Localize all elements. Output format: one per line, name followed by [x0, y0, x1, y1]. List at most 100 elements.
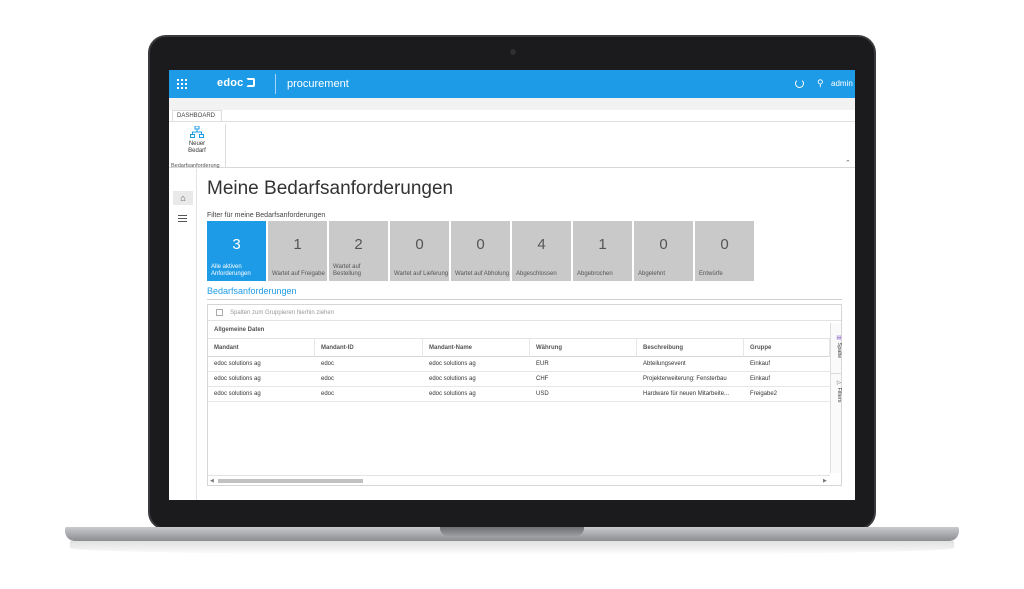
tile-label: Wartet auf Lieferung	[394, 271, 449, 277]
tile-count: 4	[537, 236, 546, 253]
horizontal-scrollbar[interactable]: ◀ ▶	[208, 475, 830, 485]
columns-tab[interactable]: ▤ Spalte	[831, 327, 842, 367]
table-cell: edoc solutions ag	[214, 376, 261, 382]
tile-label: Abgelehnt	[638, 271, 666, 277]
camera	[510, 49, 516, 55]
tile-count: 0	[720, 236, 729, 253]
filter-tiles: 3 Alle aktiven Anforderungen 1 Wartet au…	[207, 221, 754, 281]
section-divider	[207, 299, 842, 300]
column-band: Allgemeine Daten	[208, 321, 830, 339]
tile-label: Wartet auf Freigabe	[272, 271, 325, 277]
group-icon	[216, 309, 223, 316]
table-cell: CHF	[536, 376, 549, 382]
ribbon-body: Neuer Bedarf Bedarfsanforderung ⌃	[169, 121, 855, 169]
filter-icon: ▷	[836, 380, 842, 387]
laptop-notch	[440, 527, 584, 536]
table-cell: edoc	[321, 391, 335, 397]
scroll-left-icon[interactable]: ◀	[210, 478, 214, 484]
tile-awaiting-delivery[interactable]: 0 Wartet auf Lieferung	[390, 221, 449, 281]
tile-count: 0	[415, 236, 424, 253]
scrollbar-thumb[interactable]	[218, 479, 363, 483]
columns-icon: ▤	[836, 335, 842, 342]
tile-awaiting-approval[interactable]: 1 Wartet auf Freigabe	[268, 221, 327, 281]
table-cell: Abteilungsevent	[643, 361, 686, 367]
table-cell: edoc	[321, 376, 335, 382]
table-cell: edoc solutions ag	[429, 361, 476, 367]
column-header-mandant-id[interactable]: Mandant-ID	[315, 339, 423, 357]
table-row[interactable]: edoc solutions ag edoc edoc solutions ag…	[208, 372, 830, 387]
screen: edoc procurement ⚲ admin DASHBOARD Neuer…	[169, 70, 855, 500]
tile-label: Entwürfe	[699, 271, 723, 277]
table-body: edoc solutions ag edoc edoc solutions ag…	[208, 357, 830, 402]
table-row[interactable]: edoc solutions ag edoc edoc solutions ag…	[208, 357, 830, 372]
group-panel[interactable]: Spalten zum Gruppieren hierhin ziehen	[208, 305, 841, 321]
tile-count: 1	[293, 236, 302, 253]
column-header-currency[interactable]: Währung	[530, 339, 637, 357]
brand-logo[interactable]: edoc	[217, 77, 256, 89]
table-cell: edoc	[321, 361, 335, 367]
table-cell: edoc solutions ag	[214, 391, 261, 397]
tile-drafts[interactable]: 0 Entwürfe	[695, 221, 754, 281]
filter-label: Filter für meine Bedarfsanforderungen	[207, 212, 326, 219]
home-icon[interactable]: ⌂	[173, 191, 193, 205]
tile-count: 0	[476, 236, 485, 253]
laptop-shadow	[70, 541, 954, 555]
group-hint: Spalten zum Gruppieren hierhin ziehen	[230, 310, 335, 316]
new-request-label-1: Neuer	[188, 141, 206, 147]
tile-count: 1	[598, 236, 607, 253]
top-bar: edoc procurement ⚲ admin	[169, 70, 855, 98]
user-name[interactable]: admin	[831, 79, 853, 88]
tile-rejected[interactable]: 0 Abgelehnt	[634, 221, 693, 281]
tile-awaiting-pickup[interactable]: 0 Wartet auf Abholung	[451, 221, 510, 281]
tile-count: 2	[354, 236, 363, 253]
side-tool-panel: ▤ Spalte ▷ Filters	[830, 323, 842, 473]
filters-tab[interactable]: ▷ Filters	[831, 373, 842, 409]
tile-label: Wartet auf Abholung	[455, 271, 510, 277]
tile-active-requests[interactable]: 3 Alle aktiven Anforderungen	[207, 221, 266, 281]
ribbon-separator	[225, 124, 226, 168]
filters-tab-label: Filters	[836, 387, 842, 403]
table-cell: edoc solutions ag	[214, 361, 261, 367]
tile-label: Alle aktiven Anforderungen	[211, 264, 251, 277]
tile-label: Abgeschlossen	[516, 271, 557, 277]
refresh-icon[interactable]	[795, 79, 804, 88]
table-cell: EUR	[536, 361, 549, 367]
column-header-mandant[interactable]: Mandant	[208, 339, 315, 357]
column-header-group[interactable]: Gruppe	[744, 339, 830, 357]
page-title: Meine Bedarfsanforderungen	[207, 178, 454, 199]
side-nav: ⌂	[169, 169, 197, 500]
brand-mark-icon	[246, 78, 256, 87]
requests-grid: Spalten zum Gruppieren hierhin ziehen Al…	[207, 304, 842, 486]
column-header-description[interactable]: Beschreibung	[637, 339, 744, 357]
section-title: Bedarfsanforderungen	[207, 286, 297, 296]
scroll-right-icon[interactable]: ▶	[823, 478, 827, 484]
table-cell: Freigabe2	[750, 391, 778, 397]
tile-cancelled[interactable]: 1 Abgebrochen	[573, 221, 632, 281]
new-request-button[interactable]: Neuer Bedarf	[179, 126, 215, 162]
ribbon-strip	[169, 98, 855, 110]
table-cell: edoc solutions ag	[429, 391, 476, 397]
chevron-up-icon[interactable]: ⌃	[845, 159, 851, 167]
table-cell: USD	[536, 391, 549, 397]
tile-completed[interactable]: 4 Abgeschlossen	[512, 221, 571, 281]
new-request-label-2: Bedarf	[188, 148, 206, 154]
table-header: Mandant Mandant-ID Mandant-Name Währung …	[208, 339, 830, 357]
user-icon[interactable]: ⚲	[817, 78, 824, 89]
topbar-divider	[275, 74, 276, 94]
brand-text: edoc	[217, 77, 244, 89]
table-cell: Einkauf	[750, 361, 771, 367]
table-cell: Hardware für neuen Mitarbeite...	[643, 391, 730, 397]
table-cell: Einkauf	[750, 376, 771, 382]
columns-tab-label: Spalte	[836, 342, 842, 359]
tile-label: Abgebrochen	[577, 271, 613, 277]
menu-icon[interactable]	[178, 215, 187, 223]
tab-dashboard[interactable]: DASHBOARD	[172, 110, 222, 121]
tile-count: 0	[659, 236, 668, 253]
app-launcher-icon[interactable]	[177, 79, 187, 89]
table-cell: edoc solutions ag	[429, 376, 476, 382]
tile-awaiting-order[interactable]: 2 Wartet auf Bestellung	[329, 221, 388, 281]
hierarchy-icon	[190, 126, 204, 138]
column-header-mandant-name[interactable]: Mandant-Name	[423, 339, 530, 357]
table-cell: Projekterweiterung: Fensterbau	[643, 376, 727, 382]
table-row[interactable]: edoc solutions ag edoc edoc solutions ag…	[208, 387, 830, 402]
